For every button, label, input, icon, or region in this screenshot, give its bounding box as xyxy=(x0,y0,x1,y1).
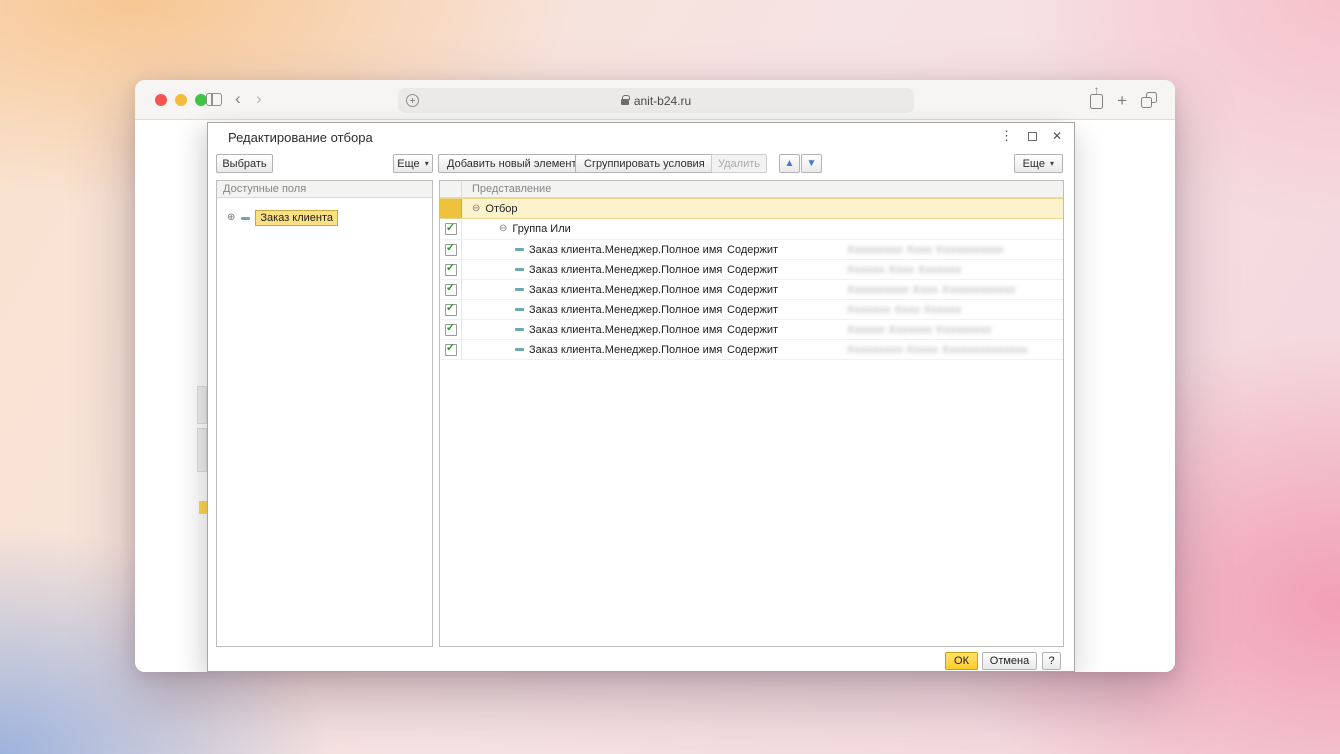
browser-toolbar: ‹ › anit-b24.ru ↑ + xyxy=(135,80,1175,120)
filter-condition-row[interactable]: ✓ Заказ клиента.Менеджер.Полное имя Соде… xyxy=(440,280,1063,300)
desktop-background: ‹ › anit-b24.ru ↑ + xyxy=(0,0,1340,754)
site-settings-icon[interactable] xyxy=(406,94,419,107)
expand-icon[interactable]: ⊕ xyxy=(227,213,235,223)
check-icon: ✓ xyxy=(446,263,455,274)
row-marker-cell xyxy=(440,199,462,218)
condition-cell: Содержит xyxy=(727,264,778,276)
checkbox-column-header xyxy=(440,181,462,197)
back-button[interactable]: ‹ xyxy=(235,88,241,110)
field-icon xyxy=(515,348,524,351)
available-fields-panel: Доступные поля ⊕ Заказ клиента xyxy=(216,180,433,647)
value-cell-blurred: Хххххх Хххх Ххххххх xyxy=(847,264,962,276)
value-cell-blurred: Хххххх Ххххххх Ххххххххх xyxy=(847,324,992,336)
add-element-button[interactable]: Добавить новый элемент xyxy=(438,154,586,173)
row-checkbox[interactable]: ✓ xyxy=(445,324,457,336)
traffic-lights xyxy=(155,94,207,106)
toolbar-right-icons: ↑ + xyxy=(1090,80,1157,120)
condition-cell: Содержит xyxy=(727,244,778,256)
close-window-button[interactable] xyxy=(155,94,167,106)
minimize-window-button[interactable] xyxy=(175,94,187,106)
share-icon[interactable]: ↑ xyxy=(1090,94,1103,109)
move-up-button[interactable]: ▲ xyxy=(779,154,800,173)
chevron-down-icon: ▾ xyxy=(1050,159,1054,168)
background-page-highlight xyxy=(199,501,207,514)
chevron-down-icon: ▾ xyxy=(425,159,429,168)
check-icon: ✓ xyxy=(446,223,455,234)
field-icon xyxy=(515,268,524,271)
new-tab-icon[interactable]: + xyxy=(1117,92,1127,109)
value-cell-blurred: Ххххххххх Ххххх Хххххххххххххх xyxy=(847,344,1028,356)
row-checkbox[interactable]: ✓ xyxy=(445,244,457,256)
value-cell-blurred: Хххххххххх Хххх Хххххххххххх xyxy=(847,284,1016,296)
cancel-button[interactable]: Отмена xyxy=(982,652,1037,670)
delete-button[interactable]: Удалить xyxy=(711,154,767,173)
address-bar[interactable]: anit-b24.ru xyxy=(398,88,914,113)
condition-cell: Содержит xyxy=(727,304,778,316)
arrow-down-icon: ▼ xyxy=(807,158,817,169)
tab-overview-icon[interactable] xyxy=(1141,92,1157,108)
help-button[interactable]: ? xyxy=(1042,652,1061,670)
condition-cell: Содержит xyxy=(727,344,778,356)
row-checkbox[interactable]: ✓ xyxy=(445,264,457,276)
value-cell-blurred: Ххххххххх Хххх Ххххххххххх xyxy=(847,244,1004,256)
arrow-up-icon: ▲ xyxy=(785,158,795,169)
forward-button[interactable]: › xyxy=(256,88,262,110)
condition-cell: Содержит xyxy=(727,324,778,336)
background-page-fragment xyxy=(197,428,207,472)
filter-editor-dialog: Редактирование отбора ⋮ ✕ Выбрать Еще ▾ … xyxy=(207,122,1075,672)
filter-condition-row[interactable]: ✓ Заказ клиента.Менеджер.Полное имя Соде… xyxy=(440,240,1063,260)
field-icon xyxy=(515,328,524,331)
page-content: Редактирование отбора ⋮ ✕ Выбрать Еще ▾ … xyxy=(135,121,1175,672)
view-table-header: Представление xyxy=(440,181,1063,198)
tree-item-label[interactable]: Заказ клиента xyxy=(255,210,338,226)
row-checkbox[interactable]: ✓ xyxy=(445,223,457,235)
address-text: anit-b24.ru xyxy=(634,94,691,108)
available-fields-header: Доступные поля xyxy=(217,181,432,198)
sidebar-toggle-icon[interactable] xyxy=(206,93,222,106)
dialog-menu-icon[interactable]: ⋮ xyxy=(1000,128,1013,144)
check-icon: ✓ xyxy=(446,283,455,294)
filter-condition-row[interactable]: ✓ Заказ клиента.Менеджер.Полное имя Соде… xyxy=(440,320,1063,340)
row-checkbox[interactable]: ✓ xyxy=(445,284,457,296)
collapse-icon[interactable]: ⊖ xyxy=(472,204,480,214)
row-checkbox[interactable]: ✓ xyxy=(445,304,457,316)
filter-view-panel: Представление ⊖ Отбор ✓ ⊖ Группа Или xyxy=(439,180,1064,647)
share-arrow-icon: ↑ xyxy=(1094,83,1100,97)
filter-condition-row[interactable]: ✓ Заказ клиента.Менеджер.Полное имя Соде… xyxy=(440,300,1063,320)
filter-root-row[interactable]: ⊖ Отбор xyxy=(440,198,1063,219)
collapse-icon[interactable]: ⊖ xyxy=(499,224,507,234)
field-icon xyxy=(241,217,250,220)
field-icon xyxy=(515,308,524,311)
check-icon: ✓ xyxy=(446,343,455,354)
tree-item-order[interactable]: ⊕ Заказ клиента xyxy=(227,210,432,226)
value-cell-blurred: Ххххххх Хххх Хххххх xyxy=(847,304,962,316)
maximize-icon[interactable] xyxy=(1028,132,1037,141)
group-conditions-button[interactable]: Сгруппировать условия xyxy=(575,154,714,173)
dialog-close-icon[interactable]: ✕ xyxy=(1052,129,1062,143)
row-checkbox[interactable]: ✓ xyxy=(445,344,457,356)
check-icon: ✓ xyxy=(446,243,455,254)
more-right-button[interactable]: Еще ▾ xyxy=(1014,154,1063,173)
select-button[interactable]: Выбрать xyxy=(216,154,273,173)
ok-button[interactable]: ОК xyxy=(945,652,978,670)
lock-icon xyxy=(621,99,629,105)
dialog-window-controls: ⋮ ✕ xyxy=(1000,128,1062,144)
check-icon: ✓ xyxy=(446,323,455,334)
field-icon xyxy=(515,288,524,291)
dialog-title: Редактирование отбора xyxy=(228,130,373,145)
condition-cell: Содержит xyxy=(727,284,778,296)
filter-condition-row[interactable]: ✓ Заказ клиента.Менеджер.Полное имя Соде… xyxy=(440,260,1063,280)
more-left-button[interactable]: Еще ▾ xyxy=(393,154,433,173)
move-down-button[interactable]: ▼ xyxy=(801,154,822,173)
background-page-fragment xyxy=(197,386,207,424)
check-icon: ✓ xyxy=(446,303,455,314)
filter-condition-row[interactable]: ✓ Заказ клиента.Менеджер.Полное имя Соде… xyxy=(440,340,1063,360)
field-icon xyxy=(515,248,524,251)
filter-group-row[interactable]: ✓ ⊖ Группа Или xyxy=(440,219,1063,240)
browser-window: ‹ › anit-b24.ru ↑ + xyxy=(135,80,1175,672)
